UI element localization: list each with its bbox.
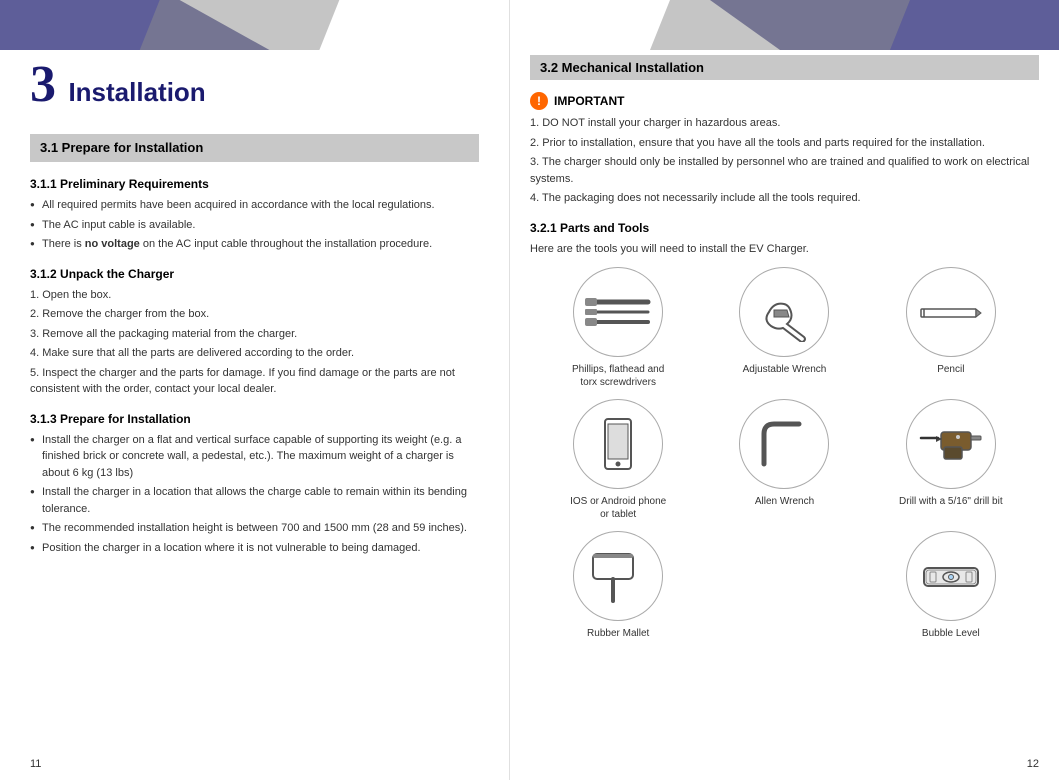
tool-empty bbox=[706, 531, 862, 640]
top-decoration-right bbox=[510, 0, 1059, 50]
drill-label: Drill with a 5/16" drill bit bbox=[899, 495, 1003, 508]
right-page: 3.2 Mechanical Installation ! IMPORTANT … bbox=[510, 0, 1059, 780]
tool-bubble-level: Bubble Level bbox=[873, 531, 1029, 640]
subsection-311-title: 3.1.1 Preliminary Requirements bbox=[30, 177, 479, 191]
section-32-bar: 3.2 Mechanical Installation bbox=[530, 55, 1039, 80]
section-313: 3.1.3 Prepare for Installation Install t… bbox=[30, 412, 479, 557]
numbered-312-4: 4. Make sure that all the parts are deli… bbox=[30, 345, 479, 362]
important-section: ! IMPORTANT 1. DO NOT install your charg… bbox=[530, 92, 1039, 207]
mallet-icon bbox=[583, 546, 653, 606]
chapter-number: 3 bbox=[30, 56, 56, 113]
adjustable-wrench-label: Adjustable Wrench bbox=[743, 363, 827, 376]
allen-wrench-circle bbox=[739, 399, 829, 489]
subsection-321-title: 3.2.1 Parts and Tools bbox=[530, 221, 1039, 235]
numbered-312-1: 1. Open the box. bbox=[30, 287, 479, 304]
section-31-title: 3.1 Prepare for Installation bbox=[40, 140, 203, 155]
important-item-2: 2. Prior to installation, ensure that yo… bbox=[530, 135, 1039, 152]
bubble-level-icon bbox=[916, 546, 986, 606]
bullet-311-2: The AC input cable is available. bbox=[30, 217, 479, 234]
numbered-312-3: 3. Remove all the packaging material fro… bbox=[30, 326, 479, 343]
phone-icon bbox=[583, 414, 653, 474]
tool-pencil: Pencil bbox=[873, 267, 1029, 389]
subsection-313-title: 3.1.3 Prepare for Installation bbox=[30, 412, 479, 426]
subsection-312-title: 3.1.2 Unpack the Charger bbox=[30, 267, 479, 281]
bullet-313-1: Install the charger on a flat and vertic… bbox=[30, 432, 479, 482]
tools-intro: Here are the tools you will need to inst… bbox=[530, 241, 1039, 258]
bullet-311-3: There is no voltage on the AC input cabl… bbox=[30, 236, 479, 253]
pencil-icon bbox=[916, 282, 986, 342]
adjustable-wrench-icon bbox=[749, 282, 819, 342]
screwdrivers-circle bbox=[573, 267, 663, 357]
bubble-level-label: Bubble Level bbox=[922, 627, 980, 640]
important-label: IMPORTANT bbox=[554, 94, 624, 108]
tool-drill: Drill with a 5/16" drill bit bbox=[873, 399, 1029, 521]
drill-circle bbox=[906, 399, 996, 489]
screwdrivers-label: Phillips, flathead andtorx screwdrivers bbox=[572, 363, 664, 389]
page-number-left: 11 bbox=[30, 758, 41, 770]
tool-mallet: Rubber Mallet bbox=[540, 531, 696, 640]
bullet-311-1: All required permits have been acquired … bbox=[30, 197, 479, 214]
allen-wrench-icon bbox=[749, 414, 819, 474]
important-item-4: 4. The packaging does not necessarily in… bbox=[530, 190, 1039, 207]
important-item-3: 3. The charger should only be installed … bbox=[530, 154, 1039, 187]
drill-icon bbox=[916, 414, 986, 474]
tool-adjustable-wrench: Adjustable Wrench bbox=[706, 267, 862, 389]
adjustable-wrench-circle bbox=[739, 267, 829, 357]
section-32-title: 3.2 Mechanical Installation bbox=[540, 60, 704, 75]
bullet-313-4: Position the charger in a location where… bbox=[30, 540, 479, 557]
mallet-label: Rubber Mallet bbox=[587, 627, 649, 640]
pencil-circle bbox=[906, 267, 996, 357]
allen-wrench-label: Allen Wrench bbox=[755, 495, 814, 508]
important-title-row: ! IMPORTANT bbox=[530, 92, 1039, 110]
section-311: 3.1.1 Preliminary Requirements All requi… bbox=[30, 177, 479, 253]
section-312: 3.1.2 Unpack the Charger 1. Open the box… bbox=[30, 267, 479, 398]
important-item-1: 1. DO NOT install your charger in hazard… bbox=[530, 115, 1039, 132]
pencil-label: Pencil bbox=[937, 363, 964, 376]
page-number-right: 12 bbox=[1027, 758, 1039, 770]
left-content: 3 Installation 3.1 Prepare for Installat… bbox=[0, 0, 509, 588]
numbered-312-5: 5. Inspect the charger and the parts for… bbox=[30, 365, 479, 398]
top-decoration-left bbox=[0, 0, 509, 50]
tool-allen-wrench: Allen Wrench bbox=[706, 399, 862, 521]
right-content: 3.2 Mechanical Installation ! IMPORTANT … bbox=[510, 0, 1059, 660]
phone-label: IOS or Android phoneor tablet bbox=[570, 495, 666, 521]
bullet-313-3: The recommended installation height is b… bbox=[30, 520, 479, 537]
tool-phone: IOS or Android phoneor tablet bbox=[540, 399, 696, 521]
chapter-heading: 3 Installation bbox=[30, 55, 479, 114]
important-icon: ! bbox=[530, 92, 548, 110]
section-31-bar: 3.1 Prepare for Installation bbox=[30, 134, 479, 162]
phone-circle bbox=[573, 399, 663, 489]
bubble-level-circle bbox=[906, 531, 996, 621]
left-page: 3 Installation 3.1 Prepare for Installat… bbox=[0, 0, 510, 780]
bullet-313-2: Install the charger in a location that a… bbox=[30, 484, 479, 517]
numbered-312-2: 2. Remove the charger from the box. bbox=[30, 306, 479, 323]
tools-grid: Phillips, flathead andtorx screwdrivers … bbox=[530, 267, 1039, 640]
chapter-title: Installation bbox=[68, 77, 205, 107]
screwdrivers-icon bbox=[583, 282, 653, 342]
mallet-circle bbox=[573, 531, 663, 621]
document-page: 3 Installation 3.1 Prepare for Installat… bbox=[0, 0, 1059, 780]
tool-screwdrivers: Phillips, flathead andtorx screwdrivers bbox=[540, 267, 696, 389]
